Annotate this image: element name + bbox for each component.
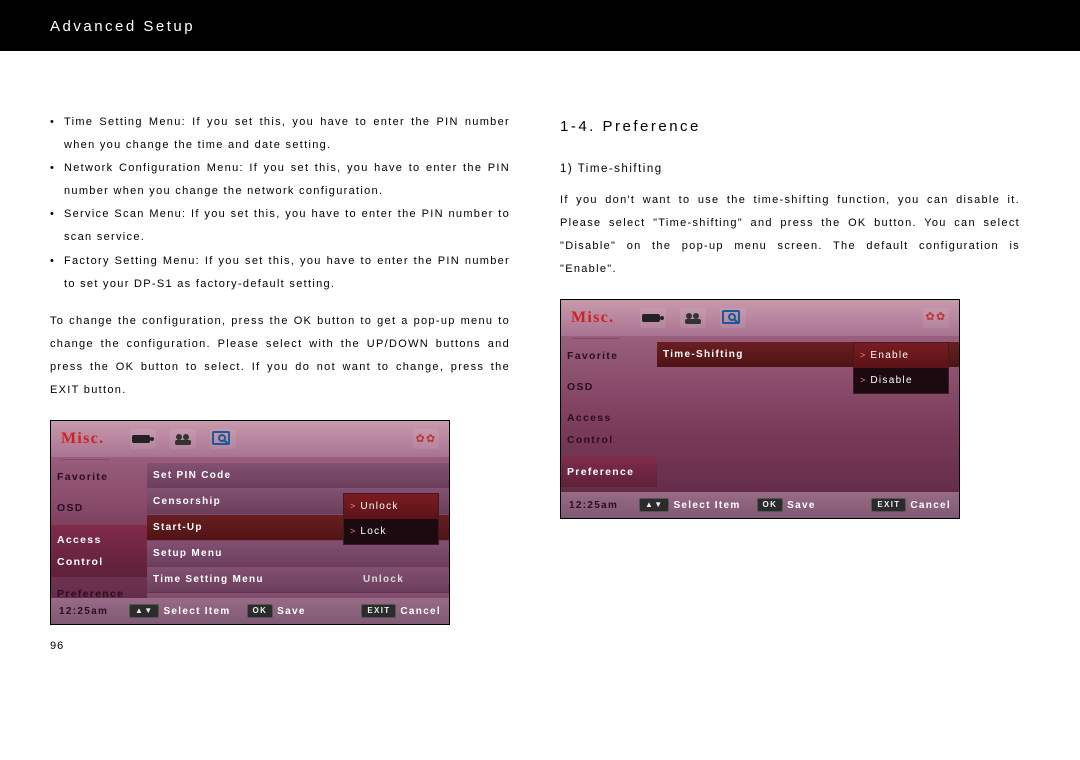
bullet-item: Network Configuration Menu: If you set t… (50, 157, 510, 203)
people-icon (680, 308, 706, 328)
sidebar-item-selected[interactable]: Preference (561, 457, 657, 487)
bullet-item: Time Setting Menu: If you set this, you … (50, 111, 510, 157)
sub-heading: 1) Time-shifting (560, 157, 1020, 181)
hint-cancel: EXITCancel (871, 495, 951, 516)
people-icon (170, 429, 196, 449)
clock: 12:25am (59, 601, 113, 622)
content-columns: Time Setting Menu: If you set this, you … (0, 51, 1080, 658)
popup-option-selected[interactable]: Unlock (344, 494, 438, 519)
popup-option[interactable]: Disable (854, 368, 948, 393)
sidebar-item[interactable]: Access Control (561, 404, 657, 454)
hint-cancel: EXITCancel (361, 601, 441, 622)
screenshot-access-control: Misc. ✿✿ Favorite OSD Access Control Pre… (50, 420, 450, 625)
tv-body: Favorite OSD Access Control Preference S… (51, 457, 449, 600)
search-screen-icon (210, 429, 236, 449)
page-number: 96 (50, 635, 510, 658)
tv-footer: 12:25am ▲▼Select Item OKSave EXITCancel (561, 492, 959, 518)
clock: 12:25am (569, 495, 623, 516)
section-heading: 1-4. Preference (560, 111, 1020, 143)
popup-menu[interactable]: Unlock Lock (343, 493, 439, 545)
search-screen-icon (720, 308, 746, 328)
page-header: Advanced Setup (0, 0, 1080, 51)
screenshot-preference: Misc. ✿✿ Favorite OSD Access Control Pre… (560, 299, 960, 519)
device-icon (130, 429, 156, 449)
tv-body: Favorite OSD Access Control Preference T… (561, 336, 959, 494)
sidebar-item[interactable]: Favorite (51, 463, 147, 491)
hint-save: OKSave (757, 495, 816, 516)
right-column: 1-4. Preference 1) Time-shifting If you … (560, 111, 1020, 658)
tv-top-bar: Misc. ✿✿ (51, 421, 449, 457)
sidebar-item[interactable]: OSD (51, 494, 147, 522)
popup-option-selected[interactable]: Enable (854, 343, 948, 368)
sidebar-item[interactable]: Favorite (561, 342, 657, 370)
sidebar-item-selected[interactable]: Access Control (51, 525, 147, 577)
bullet-item: Service Scan Menu: If you set this, you … (50, 203, 510, 249)
bullet-item: Factory Setting Menu: If you set this, y… (50, 250, 510, 296)
hint-select: ▲▼Select Item (639, 495, 741, 516)
header-title: Advanced Setup (50, 18, 195, 35)
hint-save: OKSave (247, 601, 306, 622)
tv-footer: 12:25am ▲▼Select Item OKSave EXITCancel (51, 598, 449, 624)
bullet-list: Time Setting Menu: If you set this, you … (50, 111, 510, 296)
right-paragraph: If you don't want to use the time-shifti… (560, 189, 1020, 281)
popup-option[interactable]: Lock (344, 519, 438, 544)
hint-select: ▲▼Select Item (129, 601, 231, 622)
list-row[interactable]: Set PIN Code (147, 463, 449, 488)
list-row[interactable]: Time Setting MenuUnlock (147, 567, 449, 592)
tv-sidebar: Favorite OSD Access Control Preference (51, 457, 147, 600)
device-icon (640, 308, 666, 328)
tv-top-bar: Misc. ✿✿ (561, 300, 959, 336)
left-paragraph: To change the configuration, press the O… (50, 310, 510, 402)
tv-title: Misc. (61, 422, 104, 456)
popup-menu[interactable]: Enable Disable (853, 342, 949, 394)
tv-title: Misc. (571, 301, 614, 335)
gears-icon: ✿✿ (413, 429, 439, 449)
tv-sidebar: Favorite OSD Access Control Preference (561, 336, 657, 494)
left-column: Time Setting Menu: If you set this, you … (50, 111, 510, 658)
sidebar-item[interactable]: OSD (561, 373, 657, 401)
gears-icon: ✿✿ (923, 308, 949, 328)
